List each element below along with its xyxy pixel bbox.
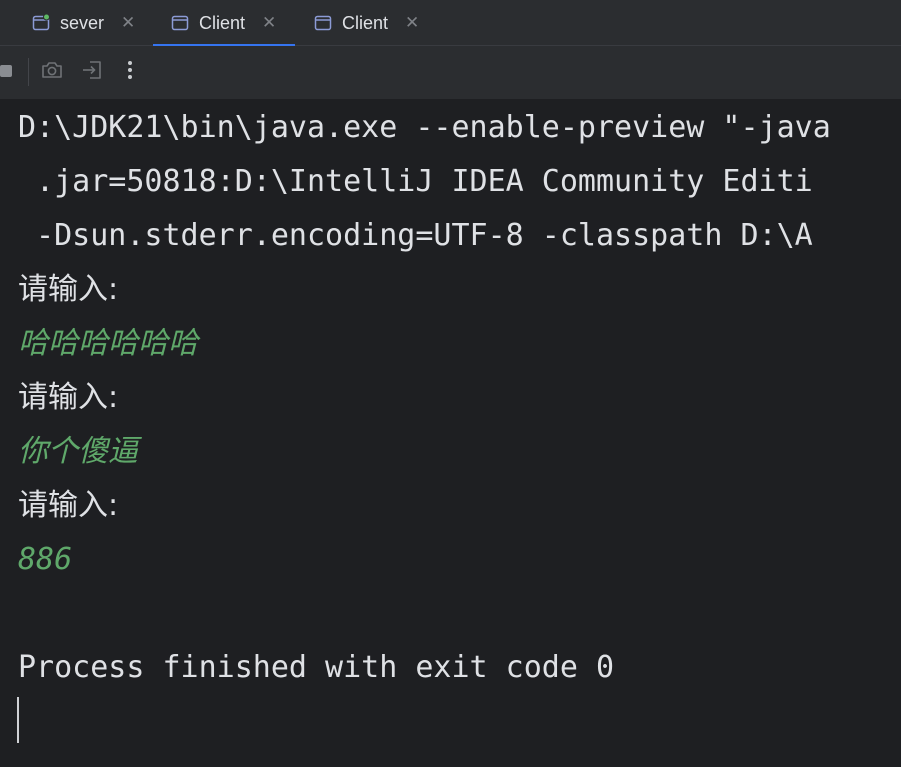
camera-icon	[41, 61, 63, 83]
exit-button[interactable]	[80, 60, 104, 84]
toolbar-divider	[28, 58, 29, 86]
tab-client[interactable]: Client ✕	[314, 0, 432, 46]
text-caret	[17, 697, 19, 743]
close-icon[interactable]: ✕	[262, 14, 276, 32]
run-config-icon	[32, 14, 50, 32]
console-user-input: 哈哈哈哈哈哈	[18, 326, 198, 361]
console-user-input: 886	[18, 542, 73, 577]
tab-label: Client	[342, 12, 389, 33]
process-exit-message: Process finished with exit code 0	[18, 650, 615, 685]
console-command-line: D:\JDK21\bin\java.exe --enable-preview "…	[18, 110, 831, 145]
console-command-line: .jar=50818:D:\IntelliJ IDEA Community Ed…	[18, 164, 813, 199]
run-tool-window: sever ✕ Client ✕ Client ✕ D:\JDK21\bin\j…	[0, 0, 901, 767]
more-vertical-icon	[127, 60, 133, 84]
tab-sever[interactable]: sever ✕	[32, 0, 140, 46]
screenshot-button[interactable]	[40, 60, 64, 84]
tab-label: Client	[199, 12, 246, 33]
run-config-icon	[314, 14, 332, 32]
console-prompt: 请输入:	[18, 488, 119, 523]
close-icon[interactable]: ✕	[405, 14, 419, 32]
console-output[interactable]: D:\JDK21\bin\java.exe --enable-preview "…	[0, 99, 901, 767]
exit-icon	[81, 60, 103, 84]
console-command-line: -Dsun.stderr.encoding=UTF-8 -classpath D…	[18, 218, 813, 253]
console-prompt: 请输入:	[18, 380, 119, 415]
stop-icon	[0, 63, 13, 82]
console-prompt: 请输入:	[18, 272, 119, 307]
run-tabs-bar: sever ✕ Client ✕ Client ✕	[0, 0, 901, 47]
more-button[interactable]	[118, 60, 142, 84]
run-config-icon	[171, 14, 189, 32]
console-user-input: 你个傻逼	[18, 434, 138, 469]
tab-client-active[interactable]: Client ✕	[153, 0, 295, 47]
stop-button[interactable]	[0, 60, 18, 84]
close-icon[interactable]: ✕	[121, 14, 135, 32]
tab-label: sever	[60, 12, 105, 33]
console-toolbar	[0, 46, 901, 99]
